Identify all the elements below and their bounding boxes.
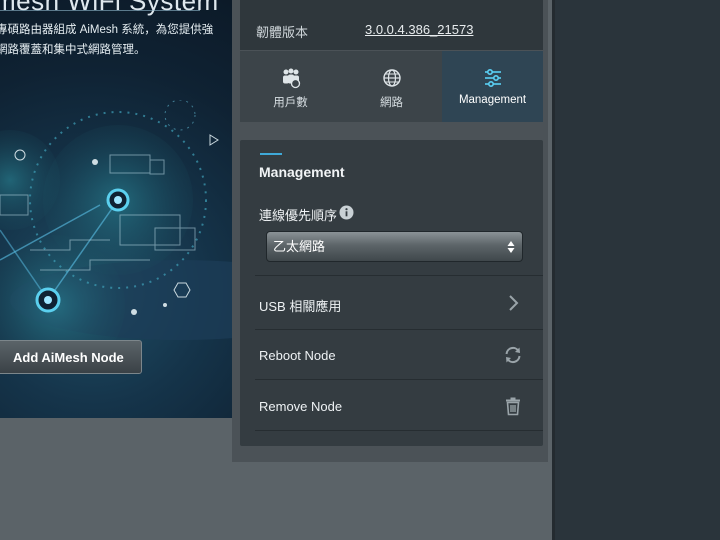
divider [255,275,543,276]
chevron-right-icon[interactable] [503,293,523,313]
trash-icon[interactable] [503,396,523,416]
management-card: Management 連線優先順序 乙太網路 USB 相關應用 Reboot N… [240,140,543,446]
tab-clients-label: 用戶數 [273,97,308,109]
aimesh-banner: mesh WiFi System 專碩路由器組成 AiMesh 系統，為您提供強… [0,0,232,418]
globe-icon [382,69,401,87]
banner-title: mesh WiFi System [0,0,219,16]
connection-priority-label: 連線優先順序 [259,208,338,223]
divider [255,329,543,330]
firmware-label: 韌體版本 [256,25,309,40]
firmware-version-link[interactable]: 3.0.0.4.386_21573 [365,22,473,37]
background-area [555,0,720,540]
tab-management-label: Management [458,94,527,106]
connection-priority-value: 乙太網路 [273,239,326,254]
section-accent [260,153,282,155]
usb-applications-label[interactable]: USB 相關應用 [259,296,341,315]
add-aimesh-node-button[interactable]: + Add AiMesh Node [0,340,142,374]
divider [255,430,543,431]
users-icon [282,68,300,89]
management-title: Management [259,164,345,180]
banner-desc-line-2: 網路覆蓋和集中式網路管理。 [0,44,146,56]
connection-priority-select[interactable]: 乙太網路 [266,231,523,262]
divider [255,379,543,380]
firmware-card: 韌體版本 3.0.0.4.386_21573 [240,0,543,50]
node-tabs: 用戶數 網路 Management [240,51,543,122]
reboot-node-label: Reboot Node [259,348,336,363]
tab-clients[interactable]: 用戶數 [240,51,341,122]
refresh-icon[interactable] [503,345,523,365]
tab-management[interactable]: Management [442,51,543,122]
tab-network[interactable]: 網路 [341,51,442,122]
info-icon[interactable] [339,205,354,220]
select-arrows-icon [507,241,515,253]
add-aimesh-node-label: Add AiMesh Node [13,349,124,365]
sliders-icon [484,68,501,88]
banner-desc-line-1: 專碩路由器組成 AiMesh 系統，為您提供強 [0,24,214,36]
tab-network-label: 網路 [380,97,403,109]
banner-description: 專碩路由器組成 AiMesh 系統，為您提供強 網路覆蓋和集中式網路管理。 [0,20,232,60]
remove-node-label: Remove Node [259,399,343,414]
banner-divider [0,10,200,11]
